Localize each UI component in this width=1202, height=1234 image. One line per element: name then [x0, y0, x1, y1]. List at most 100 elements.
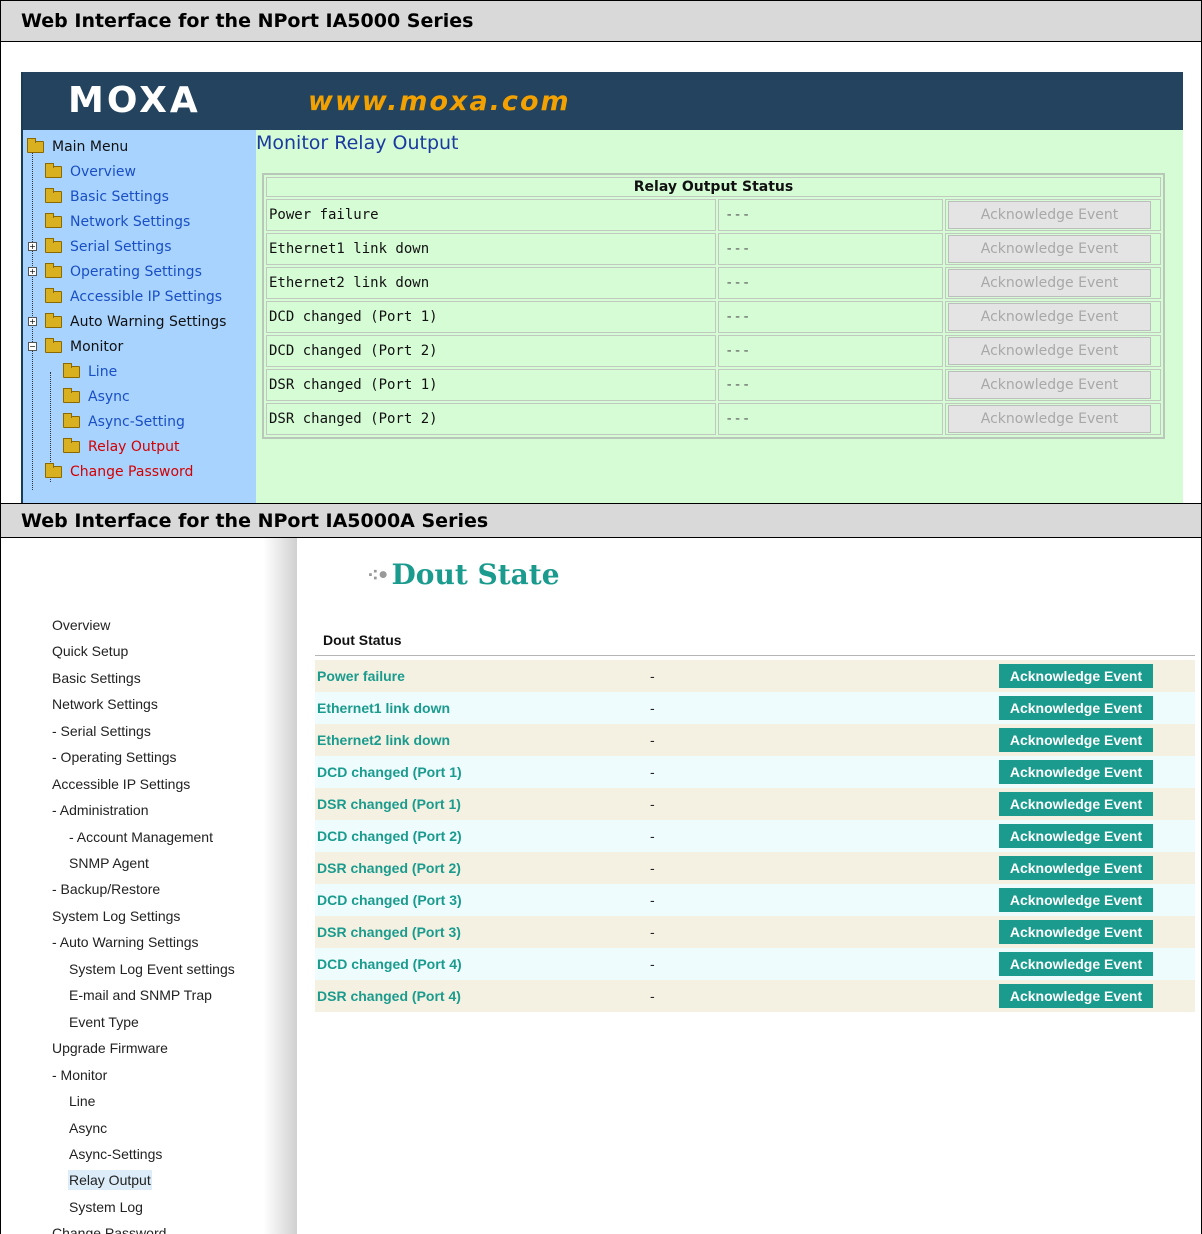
- acknowledge-button[interactable]: Acknowledge Event: [948, 269, 1151, 297]
- menu-item[interactable]: Upgrade Firmware: [52, 1038, 168, 1058]
- event-name: Power failure: [266, 199, 716, 231]
- menu-item[interactable]: - Backup/Restore: [52, 879, 160, 899]
- menu-item[interactable]: Event Type: [69, 1012, 139, 1032]
- acknowledge-button[interactable]: Acknowledge Event: [999, 824, 1153, 848]
- menu-item[interactable]: - Operating Settings: [52, 747, 177, 767]
- event-name: DCD changed (Port 3): [317, 892, 462, 908]
- acknowledge-button[interactable]: Acknowledge Event: [999, 664, 1153, 688]
- acknowledge-button[interactable]: Acknowledge Event: [999, 920, 1153, 944]
- folder-icon: [63, 363, 80, 378]
- folder-icon: [45, 163, 62, 178]
- ia5000a-sidebar: Overview Quick Setup Basic Settings Netw…: [17, 538, 297, 1234]
- table-row: DCD changed (Port 2) - Acknowledge Event: [315, 820, 1195, 852]
- event-name: Ethernet1 link down: [266, 233, 716, 265]
- event-name: DCD changed (Port 2): [317, 828, 462, 844]
- acknowledge-button[interactable]: Acknowledge Event: [948, 337, 1151, 365]
- section-header-ia5000a: Web Interface for the NPort IA5000A Seri…: [0, 503, 1202, 538]
- folder-icon: [45, 213, 62, 228]
- acknowledge-button[interactable]: Acknowledge Event: [948, 235, 1151, 263]
- menu-auto-warning-label: Auto Warning Settings: [70, 314, 227, 330]
- menu-network-settings[interactable]: Network Settings: [45, 211, 190, 233]
- table-row: DSR changed (Port 1) --- Acknowledge Eve…: [266, 369, 1161, 401]
- menu-item[interactable]: Accessible IP Settings: [52, 774, 190, 794]
- acknowledge-button[interactable]: Acknowledge Event: [999, 728, 1153, 752]
- menu-overview[interactable]: Overview: [45, 161, 136, 183]
- menu-item[interactable]: Overview: [52, 615, 110, 635]
- acknowledge-button[interactable]: Acknowledge Event: [999, 792, 1153, 816]
- expand-icon[interactable]: +: [28, 242, 37, 251]
- menu-item[interactable]: - Auto Warning Settings: [52, 932, 199, 952]
- event-name: DSR changed (Port 2): [266, 403, 716, 435]
- menu-line[interactable]: Line: [63, 361, 117, 383]
- folder-icon: [45, 263, 62, 278]
- menu-item[interactable]: Change Password: [52, 1223, 166, 1234]
- table-row: DCD changed (Port 2) --- Acknowledge Eve…: [266, 335, 1161, 367]
- menu-item[interactable]: - Administration: [52, 800, 148, 820]
- section-header-ia5000a-label: Web Interface for the NPort IA5000A Seri…: [21, 509, 489, 532]
- menu-item[interactable]: System Log: [69, 1197, 143, 1217]
- menu-async-setting[interactable]: Async-Setting: [63, 411, 185, 433]
- event-name: DSR changed (Port 1): [317, 796, 461, 812]
- event-name: DSR changed (Port 2): [317, 860, 461, 876]
- acknowledge-button[interactable]: Acknowledge Event: [999, 696, 1153, 720]
- event-status: ---: [718, 369, 943, 401]
- menu-item[interactable]: Async-Settings: [69, 1144, 162, 1164]
- section-title: Dout Status: [315, 628, 1195, 656]
- acknowledge-button[interactable]: Acknowledge Event: [999, 760, 1153, 784]
- collapse-icon[interactable]: −: [28, 342, 37, 351]
- event-name: DSR changed (Port 4): [317, 988, 461, 1004]
- folder-icon: [45, 188, 62, 203]
- menu-monitor[interactable]: − Monitor: [28, 336, 123, 358]
- acknowledge-button[interactable]: Acknowledge Event: [999, 952, 1153, 976]
- table-row: Power failure --- Acknowledge Event: [266, 199, 1161, 231]
- menu-item[interactable]: System Log Settings: [52, 906, 180, 926]
- menu-relay-output[interactable]: Relay Output: [63, 436, 180, 458]
- menu-basic-settings[interactable]: Basic Settings: [45, 186, 169, 208]
- event-status: ---: [718, 403, 943, 435]
- menu-async-label: Async: [88, 389, 130, 405]
- event-status: -: [650, 988, 655, 1004]
- menu-operating-settings[interactable]: + Operating Settings: [28, 261, 202, 283]
- menu-item-relay-output-active[interactable]: Relay Output: [68, 1170, 152, 1190]
- menu-async[interactable]: Async: [63, 386, 130, 408]
- menu-item[interactable]: System Log Event settings: [69, 959, 235, 979]
- table-row: DSR changed (Port 4) - Acknowledge Event: [315, 980, 1195, 1012]
- menu-main[interactable]: Main Menu: [27, 136, 128, 158]
- acknowledge-button[interactable]: Acknowledge Event: [948, 201, 1151, 229]
- menu-auto-warning[interactable]: + Auto Warning Settings: [28, 311, 227, 333]
- table-row: DCD changed (Port 1) - Acknowledge Event: [315, 756, 1195, 788]
- acknowledge-button[interactable]: Acknowledge Event: [999, 984, 1153, 1008]
- acknowledge-button[interactable]: Acknowledge Event: [948, 405, 1151, 433]
- event-status: -: [650, 924, 655, 940]
- menu-accessible-ip-label: Accessible IP Settings: [70, 289, 223, 305]
- acknowledge-button[interactable]: Acknowledge Event: [948, 303, 1151, 331]
- menu-item[interactable]: - Monitor: [52, 1065, 107, 1085]
- menu-item[interactable]: Quick Setup: [52, 641, 128, 661]
- ia5000-main: Monitor Relay Output Relay Output Status…: [256, 130, 1183, 503]
- menu-item[interactable]: - Serial Settings: [52, 721, 151, 741]
- folder-icon: [45, 313, 62, 328]
- menu-main-label: Main Menu: [52, 139, 129, 155]
- menu-line-label: Line: [88, 364, 118, 380]
- menu-change-password[interactable]: Change Password: [45, 461, 193, 483]
- event-name: DSR changed (Port 3): [317, 924, 461, 940]
- acknowledge-button[interactable]: Acknowledge Event: [999, 888, 1153, 912]
- expand-icon[interactable]: +: [28, 317, 37, 326]
- menu-accessible-ip[interactable]: Accessible IP Settings: [45, 286, 222, 308]
- event-name: Ethernet2 link down: [266, 267, 716, 299]
- acknowledge-button[interactable]: Acknowledge Event: [999, 856, 1153, 880]
- moxa-url[interactable]: www.moxa.com: [308, 86, 571, 117]
- menu-item[interactable]: Network Settings: [52, 694, 158, 714]
- page-title: Monitor Relay Output: [256, 132, 459, 154]
- menu-item[interactable]: E-mail and SNMP Trap: [69, 985, 212, 1005]
- expand-icon[interactable]: +: [28, 267, 37, 276]
- menu-async-setting-label: Async-Setting: [88, 414, 185, 430]
- menu-item[interactable]: - Account Management: [69, 827, 213, 847]
- menu-item[interactable]: Line: [69, 1091, 95, 1111]
- menu-item[interactable]: Basic Settings: [52, 668, 141, 688]
- acknowledge-button[interactable]: Acknowledge Event: [948, 371, 1151, 399]
- menu-item[interactable]: Async: [69, 1118, 107, 1138]
- menu-network-settings-label: Network Settings: [70, 214, 191, 230]
- menu-item[interactable]: SNMP Agent: [69, 853, 149, 873]
- menu-serial-settings[interactable]: + Serial Settings: [28, 236, 172, 258]
